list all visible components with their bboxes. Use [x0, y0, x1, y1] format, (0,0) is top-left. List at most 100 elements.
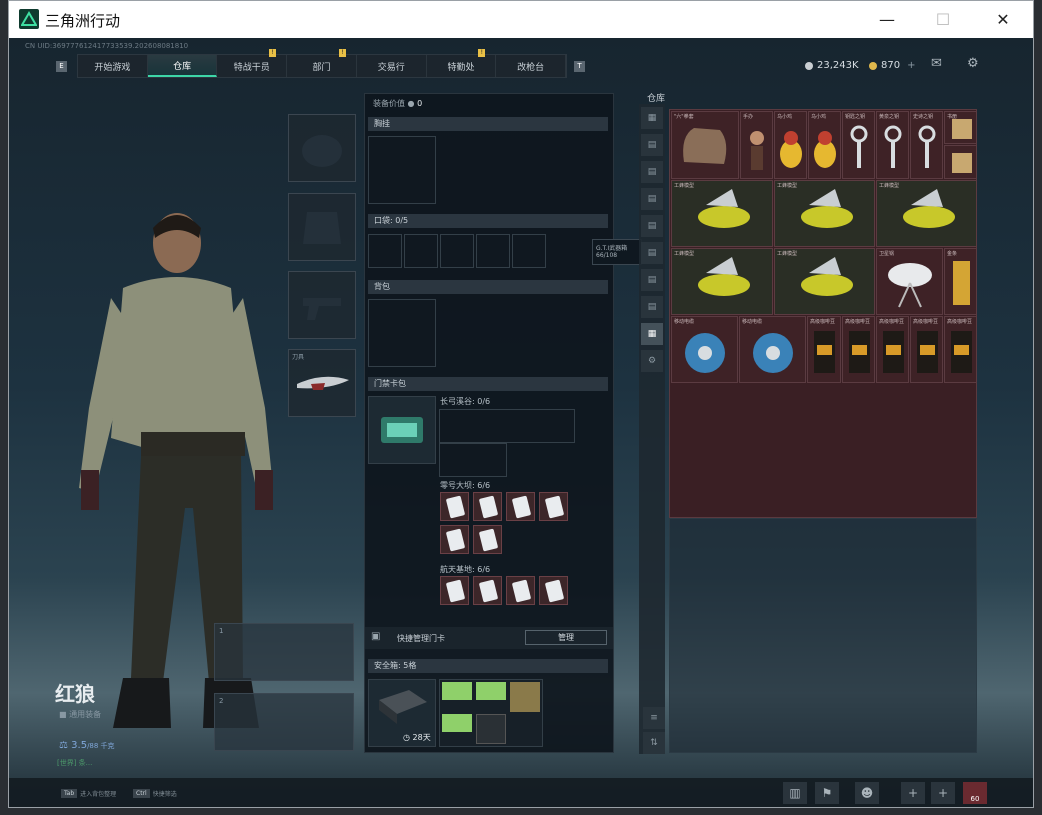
keycard[interactable]: [440, 576, 469, 605]
stash-item-wasp-model[interactable]: 工蜂模型: [671, 248, 773, 315]
tab-operators[interactable]: 特战干员!: [217, 49, 288, 77]
primary-weapon-slot[interactable]: 1: [214, 623, 354, 681]
zone-card-grid[interactable]: [439, 409, 575, 443]
stash-item-document[interactable]: [944, 145, 977, 179]
secondary-weapon-slot[interactable]: 2: [214, 693, 354, 751]
keycard[interactable]: [440, 492, 469, 521]
device-item[interactable]: [476, 714, 506, 744]
stash-item-chick[interactable]: 乌小鸡: [808, 111, 841, 179]
tab-start-game[interactable]: 开始游戏: [78, 55, 148, 77]
maximize-button[interactable]: ☐: [915, 1, 971, 38]
tab-trading[interactable]: 交易行: [357, 55, 427, 77]
stash-item-wasp-model[interactable]: 工蜂模型: [671, 180, 773, 247]
minimize-button[interactable]: —: [859, 1, 915, 38]
stash-item-document[interactable]: 书册: [944, 111, 977, 144]
stash-item-gauntlet[interactable]: "六"拳套: [671, 111, 739, 179]
armor-slot[interactable]: [288, 193, 356, 261]
keycard[interactable]: [440, 525, 469, 554]
gear-icon[interactable]: ⚙: [967, 56, 979, 71]
stash-tab[interactable]: ▤: [641, 188, 663, 210]
keycard[interactable]: [473, 525, 502, 554]
stash-tab[interactable]: ▤: [641, 296, 663, 318]
pocket-cell[interactable]: [440, 234, 474, 268]
stash-item-cable-reel[interactable]: 移动电缆: [739, 316, 806, 383]
zone-card-grid[interactable]: [439, 443, 507, 477]
layers-icon[interactable]: ≡: [643, 707, 665, 729]
tab-department[interactable]: 部门!: [287, 49, 357, 77]
stash-tab[interactable]: ▤: [641, 215, 663, 237]
pocket-cell[interactable]: [368, 234, 402, 268]
add-currency-button[interactable]: +: [907, 60, 915, 71]
stash-item-wasp-model[interactable]: 工蜂模型: [774, 180, 875, 247]
safebox-header[interactable]: 安全箱: 5格: [368, 659, 608, 673]
stash-tab[interactable]: ▤: [641, 242, 663, 264]
manage-button[interactable]: 管理: [525, 630, 607, 645]
stats-icon[interactable]: ▥: [783, 782, 807, 804]
helmet-slot[interactable]: [288, 114, 356, 182]
stash-item-wasp-model[interactable]: 工蜂模型: [876, 180, 977, 247]
stash-item-key[interactable]: 史诗之钥: [910, 111, 943, 179]
stash-item-key[interactable]: 钥匙之钥: [842, 111, 875, 179]
stash-item-coffee[interactable]: 高级咖啡豆: [876, 316, 909, 383]
stash-item-coffee[interactable]: 高级咖啡豆: [807, 316, 841, 383]
stash-item-chick[interactable]: 乌小鸡: [774, 111, 807, 179]
squad-icon[interactable]: ☻: [855, 782, 879, 804]
keycard[interactable]: [539, 492, 568, 521]
pocket-cell[interactable]: [476, 234, 510, 268]
keycard-pack-slot[interactable]: [368, 396, 436, 464]
keycard[interactable]: [506, 576, 535, 605]
safebox-slot[interactable]: ◷ 28天: [368, 679, 436, 747]
pocket-cell[interactable]: [404, 234, 438, 268]
stash-item-key[interactable]: 黄泉之钥: [876, 111, 909, 179]
ammo-box[interactable]: [442, 714, 472, 732]
valuable-item[interactable]: [510, 682, 540, 712]
sort-icon[interactable]: ⇅: [643, 732, 665, 754]
pocket-header[interactable]: 口袋: 0/5: [368, 214, 608, 228]
pistol-slot[interactable]: [288, 271, 356, 339]
stash-item-coffee[interactable]: 高级咖啡豆: [910, 316, 943, 383]
stash-grid-empty[interactable]: [669, 518, 977, 753]
stash-tab[interactable]: ▤: [641, 134, 663, 156]
stash-item-figure[interactable]: 手办: [740, 111, 773, 179]
keycard[interactable]: [473, 576, 502, 605]
pocket-cell[interactable]: [512, 234, 546, 268]
zone-label: 零号大坝: 6/6: [440, 481, 491, 490]
safebox-grid[interactable]: [439, 679, 543, 747]
stash-item-cable-reel[interactable]: 移动电缆: [671, 316, 738, 383]
add-friend-button[interactable]: +: [931, 782, 955, 804]
backpack-slot[interactable]: [368, 299, 436, 367]
chest-rig-header[interactable]: 胸挂: [368, 117, 608, 131]
keycard[interactable]: [473, 492, 502, 521]
keycard-pack-header[interactable]: 门禁卡包: [368, 377, 608, 391]
stash-item-coffee[interactable]: 高级咖啡豆: [944, 316, 977, 383]
tab-badge: !: [338, 49, 346, 57]
ammo-box[interactable]: [442, 682, 472, 700]
ammo-box[interactable]: [476, 682, 506, 700]
knife-slot[interactable]: 刀具: [288, 349, 356, 417]
player-uid: CN UID:369777612417733539.202608081810: [25, 42, 189, 50]
chest-rig-slot[interactable]: [368, 136, 436, 204]
tab-special-ops[interactable]: 特勤处!: [427, 49, 497, 77]
stash-tab[interactable]: ▤: [641, 161, 663, 183]
tab-gunsmith[interactable]: 改枪台: [496, 55, 567, 77]
world-chat[interactable]: [世界] 条...: [57, 758, 92, 768]
stash-item-satellite-dish[interactable]: 卫星锅: [876, 248, 943, 315]
keycard[interactable]: [539, 576, 568, 605]
stash-tab-all[interactable]: ▦: [641, 107, 663, 129]
mail-icon[interactable]: ✉: [931, 56, 942, 71]
close-button[interactable]: ✕: [975, 1, 1031, 38]
nav-prev-button[interactable]: E: [56, 61, 67, 72]
stash-item-wasp-model[interactable]: 工蜂模型: [774, 248, 875, 315]
stash-settings-icon[interactable]: ⚙: [641, 350, 663, 372]
stash-item-gold-bar[interactable]: 金条: [944, 248, 977, 315]
stash-item-coffee[interactable]: 高级咖啡豆: [842, 316, 875, 383]
backpack-header[interactable]: 背包: [368, 280, 608, 294]
nav-next-button[interactable]: T: [574, 61, 585, 72]
player-avatar[interactable]: 60: [963, 782, 987, 804]
add-friend-button[interactable]: +: [901, 782, 925, 804]
flag-icon[interactable]: ⚑: [815, 782, 839, 804]
stash-tab-selected[interactable]: ▦: [641, 323, 663, 345]
keycard[interactable]: [506, 492, 535, 521]
stash-tab[interactable]: ▤: [641, 269, 663, 291]
tab-warehouse[interactable]: 仓库: [147, 55, 218, 77]
